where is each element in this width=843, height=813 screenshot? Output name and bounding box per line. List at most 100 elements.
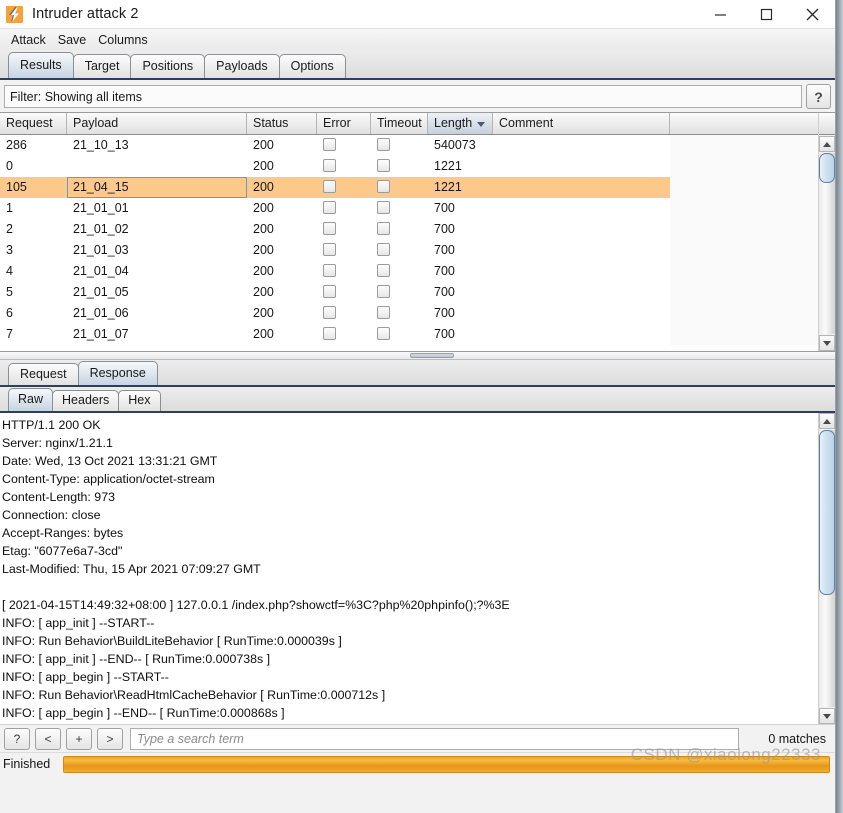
tab-payloads[interactable]: Payloads xyxy=(204,54,280,78)
checkbox[interactable] xyxy=(377,306,390,319)
response-scroll-thumb[interactable] xyxy=(819,430,835,595)
filter-help-button[interactable]: ? xyxy=(806,84,831,109)
checkbox[interactable] xyxy=(377,138,390,151)
tab-request[interactable]: Request xyxy=(8,363,79,385)
cell-error xyxy=(317,240,371,261)
cell-length: 540073 xyxy=(434,138,476,152)
checkbox[interactable] xyxy=(377,264,390,277)
checkbox[interactable] xyxy=(323,327,336,340)
checkbox[interactable] xyxy=(323,159,336,172)
cell-status: 200 xyxy=(253,138,274,152)
column-header-error[interactable]: Error xyxy=(317,113,371,134)
filter-input[interactable]: Filter: Showing all items xyxy=(4,85,802,108)
checkbox[interactable] xyxy=(377,201,390,214)
tab-target[interactable]: Target xyxy=(72,54,132,78)
table-row[interactable]: 0 200 1221 xyxy=(0,156,818,177)
response-vertical-scrollbar[interactable] xyxy=(818,413,835,724)
scroll-up-arrow[interactable] xyxy=(819,136,835,152)
checkbox[interactable] xyxy=(323,201,336,214)
response-line: INFO: [ app_init ] --START-- xyxy=(2,616,155,630)
checkbox[interactable] xyxy=(323,243,336,256)
response-scroll-up-arrow[interactable] xyxy=(819,413,835,429)
cell-request: 0 xyxy=(6,159,13,173)
menu-item-attack[interactable]: Attack xyxy=(5,31,52,49)
response-line: HTTP/1.1 200 OK xyxy=(2,418,101,432)
results-table-viewport[interactable]: Request Payload Status Error Timeout Len… xyxy=(0,113,818,351)
checkbox[interactable] xyxy=(377,285,390,298)
checkbox[interactable] xyxy=(323,180,336,193)
table-row[interactable]: 3 21_01_03 200 700 xyxy=(0,240,818,261)
cell-status: 200 xyxy=(253,201,274,215)
scroll-down-arrow[interactable] xyxy=(819,335,835,351)
response-raw-text[interactable]: HTTP/1.1 200 OK Server: nginx/1.21.1 Date:… xyxy=(0,413,818,724)
cell-timeout xyxy=(371,261,428,282)
response-line: Content-Type: application/octet-stream xyxy=(2,472,215,486)
tab-headers[interactable]: Headers xyxy=(52,390,120,411)
menu-item-columns[interactable]: Columns xyxy=(92,31,153,49)
tab-positions[interactable]: Positions xyxy=(130,54,206,78)
cell-error xyxy=(317,261,371,282)
checkbox[interactable] xyxy=(377,180,390,193)
splitter-grip-icon[interactable] xyxy=(410,353,454,358)
response-scroll-down-arrow[interactable] xyxy=(819,708,835,724)
checkbox[interactable] xyxy=(377,159,390,172)
checkbox[interactable] xyxy=(323,138,336,151)
view-tab-strip: Raw Headers Hex xyxy=(0,387,835,413)
cell-filler xyxy=(670,156,818,177)
column-header-request[interactable]: Request xyxy=(0,113,67,134)
cell-comment xyxy=(493,198,670,219)
cell-comment xyxy=(493,261,670,282)
table-row[interactable]: 7 21_01_07 200 700 xyxy=(0,324,818,345)
search-previous-button[interactable]: < xyxy=(35,727,61,750)
table-row[interactable]: 5 21_01_05 200 700 xyxy=(0,282,818,303)
response-line: INFO: [ app_begin ] --END-- [ RunTime:0.… xyxy=(2,706,285,720)
close-button[interactable] xyxy=(789,0,835,28)
scrollbar-corner xyxy=(819,113,835,135)
menu-item-save[interactable]: Save xyxy=(52,31,93,49)
column-header-comment[interactable]: Comment xyxy=(493,113,670,134)
cell-comment xyxy=(493,303,670,324)
search-bar: ? < + > Type a search term 0 matches xyxy=(0,724,835,752)
column-header-payload[interactable]: Payload xyxy=(67,113,247,134)
pane-splitter[interactable] xyxy=(0,351,835,360)
cell-request: 3 xyxy=(6,243,13,257)
table-row[interactable]: 105 21_04_15 200 1221 xyxy=(0,177,818,198)
response-scroll-track[interactable] xyxy=(819,430,835,707)
tab-results[interactable]: Results xyxy=(8,52,74,78)
checkbox[interactable] xyxy=(377,222,390,235)
column-header-length[interactable]: Length xyxy=(428,113,493,134)
cell-status: 200 xyxy=(253,243,274,257)
column-header-timeout[interactable]: Timeout xyxy=(371,113,428,134)
tab-options[interactable]: Options xyxy=(278,54,346,78)
response-line: INFO: [ app_begin ] --START-- xyxy=(2,670,169,684)
checkbox[interactable] xyxy=(323,264,336,277)
search-next-button[interactable]: > xyxy=(97,727,123,750)
table-row[interactable]: 2 21_01_02 200 700 xyxy=(0,219,818,240)
checkbox[interactable] xyxy=(377,327,390,340)
search-help-button[interactable]: ? xyxy=(4,727,30,750)
cell-error xyxy=(317,135,371,156)
tab-raw[interactable]: Raw xyxy=(8,388,54,411)
minimize-button[interactable] xyxy=(697,0,743,28)
search-input[interactable]: Type a search term xyxy=(130,727,739,750)
checkbox[interactable] xyxy=(377,243,390,256)
table-row[interactable]: 1 21_01_01 200 700 xyxy=(0,198,818,219)
column-header-status[interactable]: Status xyxy=(247,113,317,134)
tab-hex[interactable]: Hex xyxy=(118,390,161,411)
cell-status: 200 xyxy=(253,264,274,278)
results-scroll-track[interactable] xyxy=(819,153,835,334)
cell-timeout xyxy=(371,198,428,219)
tab-response[interactable]: Response xyxy=(77,361,158,385)
checkbox[interactable] xyxy=(323,285,336,298)
results-scroll-thumb[interactable] xyxy=(819,153,835,183)
table-row[interactable]: 6 21_01_06 200 700 xyxy=(0,303,818,324)
maximize-button[interactable] xyxy=(743,0,789,28)
table-row[interactable]: 4 21_01_04 200 700 xyxy=(0,261,818,282)
results-vertical-scrollbar[interactable] xyxy=(818,113,835,351)
cell-error xyxy=(317,303,371,324)
search-add-button[interactable]: + xyxy=(66,727,92,750)
checkbox[interactable] xyxy=(323,222,336,235)
checkbox[interactable] xyxy=(323,306,336,319)
cell-comment xyxy=(493,240,670,261)
table-row[interactable]: 286 21_10_13 200 540073 xyxy=(0,135,818,156)
